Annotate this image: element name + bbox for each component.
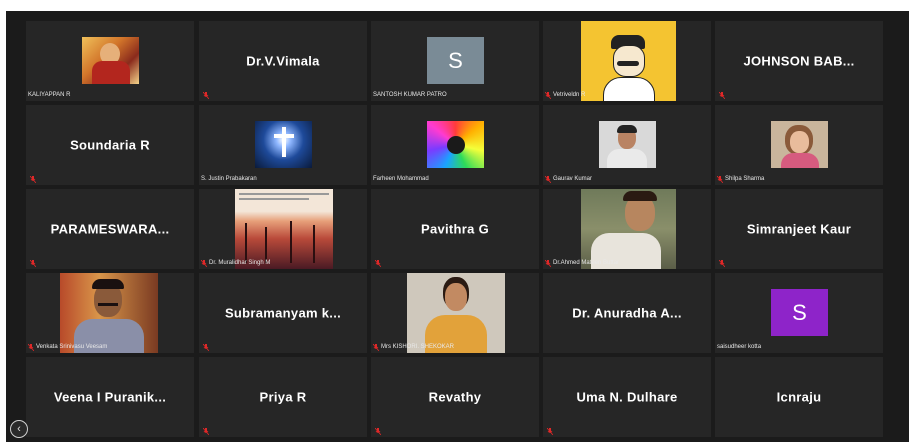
participant-tile[interactable]: Mrs KISHORI. SHEKOKAR xyxy=(371,273,539,353)
participant-photo xyxy=(427,121,484,168)
participant-tile[interactable]: Shilpa Sharma xyxy=(715,105,883,185)
muted-microphone-icon xyxy=(719,260,725,267)
participant-name: JOHNSON BAB... xyxy=(743,53,855,69)
participant-tile[interactable]: Gaurav Kumar xyxy=(543,105,711,185)
avatar: S xyxy=(427,37,484,84)
muted-microphone-icon xyxy=(203,428,209,435)
participant-name-label: KALIYAPPAN R xyxy=(28,92,71,98)
participant-tile[interactable]: Farheen Mohammad xyxy=(371,105,539,185)
participant-photo xyxy=(599,121,656,168)
participant-tile[interactable]: Dr.Ahmed Mateen Buttar xyxy=(543,189,711,269)
participant-photo xyxy=(82,37,139,84)
muted-microphone-icon xyxy=(203,92,209,99)
participant-tile[interactable]: Venkata Srinivasu Veesam xyxy=(26,273,194,353)
participant-name-label: Gaurav Kumar xyxy=(545,175,592,183)
participant-tile[interactable]: Dr.V.Vimala xyxy=(199,21,367,101)
participant-photo xyxy=(255,121,312,168)
participant-tile[interactable]: Uma N. Dulhare xyxy=(543,357,711,437)
participant-tile[interactable]: Priya R xyxy=(199,357,367,437)
participant-photo xyxy=(581,189,676,269)
participant-name: Icnraju xyxy=(776,389,822,405)
muted-microphone-icon xyxy=(30,260,36,267)
muted-microphone-icon xyxy=(203,344,209,351)
participant-tile[interactable]: Soundaria R xyxy=(26,105,194,185)
participant-name-label: Dr. Muralidhar Singh M xyxy=(201,259,270,267)
participant-name-label: S. Justin Prabakaran xyxy=(201,176,257,182)
participant-name-label: saisudheer kotta xyxy=(717,344,762,350)
participant-name-label: Mrs KISHORI. SHEKOKAR xyxy=(373,343,454,351)
participant-photo xyxy=(407,273,505,353)
muted-microphone-icon xyxy=(719,92,725,99)
participant-name-label: Venkata Srinivasu Veesam xyxy=(28,343,107,351)
participant-name: Pavithra G xyxy=(420,221,490,237)
participant-name: Uma N. Dulhare xyxy=(576,389,678,405)
participant-tile[interactable]: S SANTOSH KUMAR PATRO xyxy=(371,21,539,101)
participant-tile[interactable]: KALIYAPPAN R xyxy=(26,21,194,101)
participant-gallery: KALIYAPPAN R Dr.V.Vimala S SANTOSH KUMAR… xyxy=(6,11,909,442)
participant-tile[interactable]: Revathy xyxy=(371,357,539,437)
participant-tile[interactable]: Veena I Puranik... xyxy=(26,357,194,437)
participant-tile[interactable]: Dr. Anuradha A... xyxy=(543,273,711,353)
participant-name: Revathy xyxy=(428,389,482,405)
participant-name-label: Vetriveldn R xyxy=(545,91,585,99)
participant-name: PARAMESWARA... xyxy=(50,221,170,237)
muted-microphone-icon xyxy=(545,91,551,99)
chevron-left-icon: ‹ xyxy=(17,423,21,435)
participant-name: Dr.V.Vimala xyxy=(246,53,320,69)
participant-name: Subramanyam k... xyxy=(224,305,342,321)
participant-name-label: Farheen Mohammad xyxy=(373,176,429,182)
participant-photo xyxy=(771,121,828,168)
muted-microphone-icon xyxy=(545,259,551,267)
participant-name: Dr. Anuradha A... xyxy=(572,305,682,321)
participant-tile[interactable]: Subramanyam k... xyxy=(199,273,367,353)
participant-photo xyxy=(581,21,676,101)
muted-microphone-icon xyxy=(30,176,36,183)
participant-name: Priya R xyxy=(259,389,307,405)
muted-microphone-icon xyxy=(201,259,207,267)
participant-tile[interactable]: Dr. Muralidhar Singh M xyxy=(199,189,367,269)
participant-name: Simranjeet Kaur xyxy=(746,221,852,237)
muted-microphone-icon xyxy=(373,343,379,351)
participant-tile[interactable]: JOHNSON BAB... xyxy=(715,21,883,101)
participant-photo xyxy=(235,189,333,269)
participant-name-label: Shilpa Sharma xyxy=(717,175,764,183)
participant-name-label: Dr.Ahmed Mateen Buttar xyxy=(545,259,619,267)
participant-name: Soundaria R xyxy=(70,137,150,153)
participant-tile[interactable]: S. Justin Prabakaran xyxy=(199,105,367,185)
muted-microphone-icon xyxy=(545,175,551,183)
muted-microphone-icon xyxy=(547,428,553,435)
participant-tile[interactable]: Simranjeet Kaur xyxy=(715,189,883,269)
participant-tile[interactable]: PARAMESWARA... xyxy=(26,189,194,269)
muted-microphone-icon xyxy=(375,428,381,435)
muted-microphone-icon xyxy=(717,175,723,183)
participant-photo xyxy=(60,273,158,353)
muted-microphone-icon xyxy=(28,343,34,351)
previous-page-button[interactable]: ‹ xyxy=(10,420,28,438)
participant-tile[interactable]: S saisudheer kotta xyxy=(715,273,883,353)
participant-name: Veena I Puranik... xyxy=(53,389,167,405)
participant-name-label: SANTOSH KUMAR PATRO xyxy=(373,92,447,98)
participant-tile[interactable]: Icnraju xyxy=(715,357,883,437)
participant-tile[interactable]: Pavithra G xyxy=(371,189,539,269)
muted-microphone-icon xyxy=(375,260,381,267)
participant-tile[interactable]: Vetriveldn R xyxy=(543,21,711,101)
avatar: S xyxy=(771,289,828,336)
